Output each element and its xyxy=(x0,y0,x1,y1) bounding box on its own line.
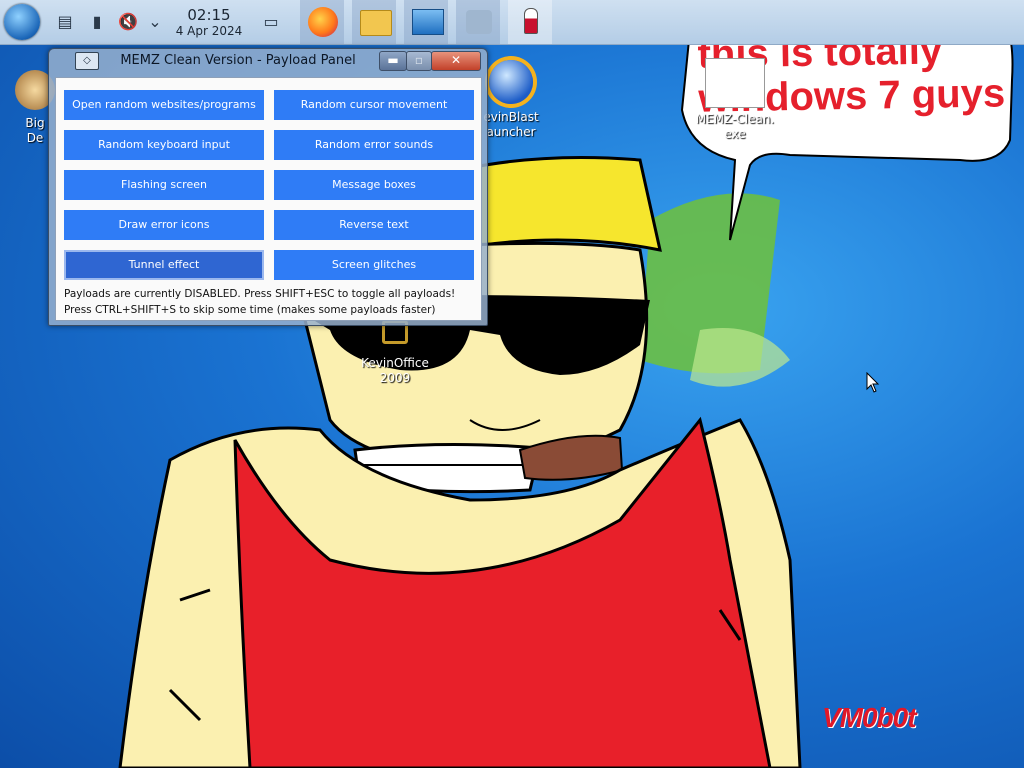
payload-status-text: Payloads are currently DISABLED. Press S… xyxy=(64,288,456,300)
desktop-icon-kevinoffice-2009[interactable]: KevinOffice 2009 xyxy=(350,320,440,386)
close-button[interactable]: ✕ xyxy=(431,51,481,71)
memz-executable-icon xyxy=(705,58,765,108)
window-menu-icon[interactable]: ◇ xyxy=(75,52,99,70)
payload-tunnel-effect-button[interactable]: Tunnel effect xyxy=(64,250,264,280)
taskbar-memz-wine[interactable] xyxy=(508,0,552,44)
payload-error-sounds-button[interactable]: Random error sounds xyxy=(274,130,474,160)
control-panel-icon xyxy=(412,9,444,35)
payload-draw-error-icons-button[interactable]: Draw error icons xyxy=(64,210,264,240)
taskbar: ▤ ▮ 🔇 ⌄ 02:15 4 Apr 2024 ▭ xyxy=(0,0,1024,45)
show-desktop-icon[interactable]: ▭ xyxy=(262,12,280,32)
clock-date: 4 Apr 2024 xyxy=(175,24,243,38)
memz-wine-icon xyxy=(524,8,538,34)
desktop-icon-label: KevinOffice 2009 xyxy=(361,356,429,385)
payload-flashing-screen-button[interactable]: Flashing screen xyxy=(64,170,264,200)
taskbar-clock[interactable]: 02:15 4 Apr 2024 xyxy=(174,6,244,38)
payload-message-boxes-button[interactable]: Message boxes xyxy=(274,170,474,200)
desktop-icon-memz-clean[interactable]: MEMZ-Clean. exe xyxy=(690,58,780,142)
taskbar-firefox[interactable] xyxy=(300,0,344,44)
window-titlebar[interactable]: ◇ MEMZ Clean Version - Payload Panel ▬ ▫… xyxy=(49,49,487,75)
firefox-icon xyxy=(308,7,338,37)
desktop-icon-label: MEMZ-Clean. exe xyxy=(695,112,775,141)
desktop-icon-label: Big De xyxy=(25,116,45,145)
window-title: MEMZ Clean Version - Payload Panel xyxy=(120,53,356,68)
payload-cursor-movement-button[interactable]: Random cursor movement xyxy=(274,90,474,120)
payload-screen-glitches-button[interactable]: Screen glitches xyxy=(274,250,474,280)
minimize-button[interactable]: ▬ xyxy=(379,51,407,71)
desktop-icon-label: evinBlast auncher xyxy=(483,110,539,139)
artist-signature: VM0b0t xyxy=(822,702,917,733)
memz-payload-panel-window: ◇ MEMZ Clean Version - Payload Panel ▬ ▫… xyxy=(48,48,488,326)
clipboard-icon[interactable]: ▤ xyxy=(56,12,74,32)
clock-time: 02:15 xyxy=(187,6,231,24)
start-button[interactable] xyxy=(4,4,40,40)
taskbar-file-manager[interactable] xyxy=(352,0,396,44)
mouse-cursor-icon xyxy=(866,372,880,393)
maximize-button[interactable]: ▫ xyxy=(406,51,432,71)
globe-icon xyxy=(489,60,533,104)
payload-open-websites-button[interactable]: Open random websites/programs xyxy=(64,90,264,120)
network-icon xyxy=(466,10,492,34)
payload-keyboard-input-button[interactable]: Random keyboard input xyxy=(64,130,264,160)
volume-muted-icon[interactable]: 🔇 xyxy=(118,12,138,32)
payload-reverse-text-button[interactable]: Reverse text xyxy=(274,210,474,240)
battery-icon[interactable]: ▮ xyxy=(88,12,106,32)
chevron-down-icon[interactable]: ⌄ xyxy=(146,12,164,32)
taskbar-network[interactable] xyxy=(456,0,500,44)
taskbar-control-panel[interactable] xyxy=(404,0,448,44)
time-skip-hint-text: Press CTRL+SHIFT+S to skip some time (ma… xyxy=(64,304,436,316)
payload-panel-body: Open random websites/programs Random cur… xyxy=(55,77,482,321)
file-manager-icon xyxy=(360,10,392,36)
